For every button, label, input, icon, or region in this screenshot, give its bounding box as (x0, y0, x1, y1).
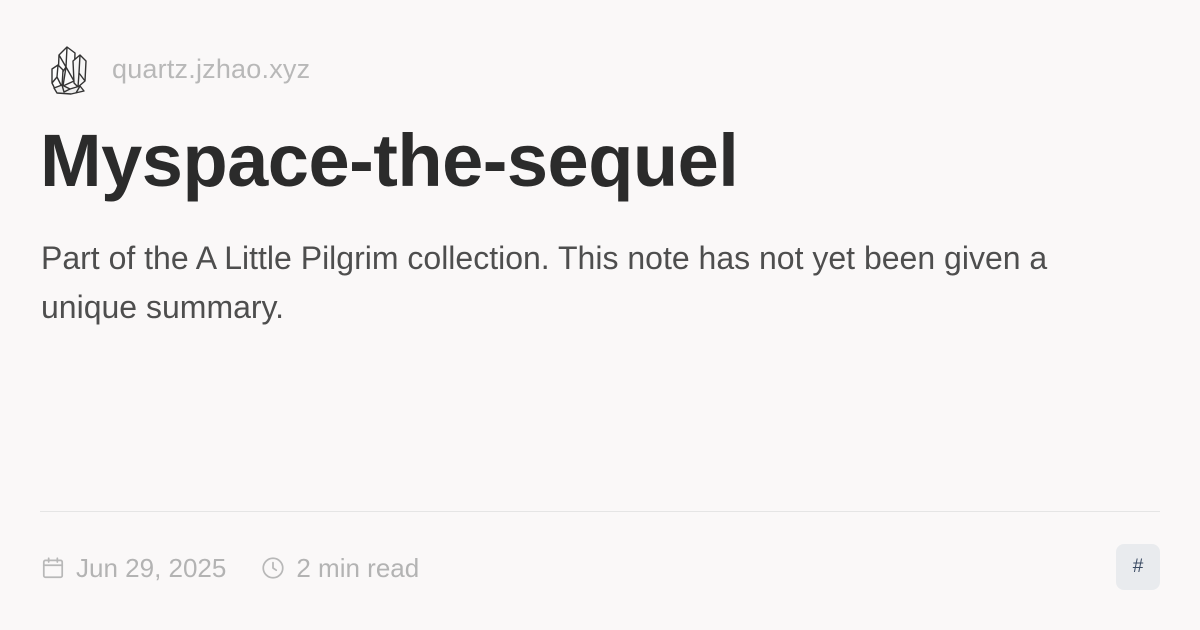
publication-date: Jun 29, 2025 (40, 553, 226, 584)
page-title: Myspace-the-sequel (40, 119, 739, 202)
crystal-cluster-icon[interactable] (44, 40, 94, 98)
site-url[interactable]: quartz.jzhao.xyz (112, 54, 310, 85)
page-description: Part of the A Little Pilgrim collection.… (41, 240, 1048, 325)
tag-label: # (1132, 556, 1144, 577)
clock-icon (260, 555, 286, 581)
site-header: quartz.jzhao.xyz (44, 40, 310, 98)
reading-time-text: 2 min read (296, 552, 420, 583)
date-text: Jun 29, 2025 (76, 552, 227, 583)
tag-badge[interactable]: # (1116, 544, 1160, 590)
reading-time: 2 min read (260, 553, 419, 584)
footer-divider (40, 511, 1160, 512)
calendar-icon (40, 555, 66, 581)
page-metadata: Jun 29, 2025 2 min read (40, 549, 419, 587)
